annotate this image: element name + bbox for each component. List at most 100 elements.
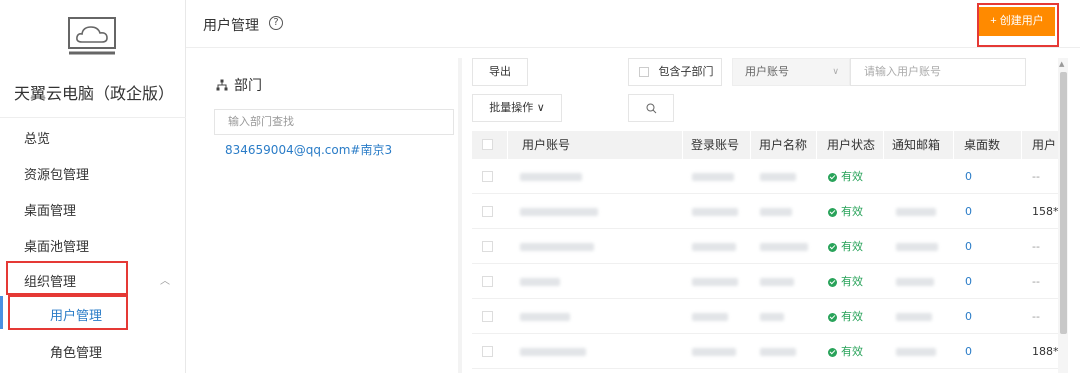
active-indicator (0, 296, 3, 329)
user-search-input[interactable]: 请输入用户账号 (850, 58, 1026, 86)
row-checkbox[interactable] (482, 241, 493, 252)
table-row[interactable]: 有效 0 188* (472, 334, 1058, 369)
check-circle-icon (828, 277, 837, 287)
desktop-count[interactable]: 0 (965, 194, 972, 229)
table-row[interactable]: 有效 0 158* (472, 194, 1058, 229)
col-notify-email: 通知邮箱 (884, 131, 954, 159)
row-checkbox[interactable] (482, 276, 493, 287)
table-scrollbar[interactable]: ▲ (1058, 58, 1068, 373)
scroll-up-icon[interactable]: ▲ (1059, 60, 1064, 68)
redacted-user-account (520, 208, 598, 216)
app-title: 天翼云电脑（政企版） (14, 84, 175, 103)
include-subdept-checkbox[interactable]: 包含子部门 (628, 58, 722, 86)
department-title-label: 部门 (234, 78, 262, 94)
status-text: 有效 (841, 310, 863, 323)
department-tree-node[interactable]: 834659004@qq.com#南京3 (225, 141, 392, 158)
status-cell: 有效 (828, 334, 863, 369)
table-header: 用户账号 登录账号 用户名称 用户状态 通知邮箱 桌面数 用户 (472, 131, 1058, 159)
batch-actions-button[interactable]: 批量操作 ∨ (472, 94, 562, 122)
user-phone: -- (1032, 275, 1040, 288)
redacted-user-name (760, 243, 808, 251)
export-button[interactable]: 导出 (472, 58, 528, 86)
redacted-user-account (520, 313, 570, 321)
scrollbar-thumb[interactable] (1060, 72, 1067, 334)
row-checkbox[interactable] (482, 346, 493, 357)
table-row[interactable]: 有效 0 -- (472, 299, 1058, 334)
user-phone: -- (1032, 310, 1040, 323)
cloud-monitor-icon (66, 16, 118, 58)
redacted-user-name (760, 173, 796, 181)
check-circle-icon (828, 347, 837, 357)
users-table: 用户账号 登录账号 用户名称 用户状态 通知邮箱 桌面数 用户 有效 0 -- … (472, 131, 1058, 373)
redacted-login-account (692, 348, 736, 356)
sidebar: 天翼云电脑（政企版） 总览 资源包管理 桌面管理 桌面池管理 组织管理 ︿ 用户… (0, 0, 186, 373)
sidebar-item-overview[interactable]: 总览 (24, 128, 50, 147)
user-phone: 158* (1032, 205, 1058, 218)
status-text: 有效 (841, 170, 863, 183)
sidebar-item-desktop-pools[interactable]: 桌面池管理 (24, 236, 89, 255)
user-phone: -- (1032, 170, 1040, 183)
page-header: 用户管理 ? + 创建用户 (186, 0, 1080, 48)
redacted-email (896, 348, 936, 356)
include-subdept-label: 包含子部门 (658, 65, 714, 78)
redacted-email (896, 208, 936, 216)
status-text: 有效 (841, 205, 863, 218)
col-login-account: 登录账号 (683, 131, 751, 159)
search-field-select-value: 用户账号 (745, 65, 789, 78)
check-circle-icon (828, 312, 837, 322)
desktop-count[interactable]: 0 (965, 229, 972, 264)
redacted-user-account (520, 243, 594, 251)
help-icon[interactable]: ? (269, 16, 283, 30)
select-all-checkbox[interactable] (482, 139, 493, 150)
search-field-select[interactable]: 用户账号 ∨ (732, 58, 850, 86)
redacted-user-name (760, 208, 792, 216)
table-row[interactable]: 有效 0 -- (472, 264, 1058, 299)
desktop-count[interactable]: 0 (965, 159, 972, 194)
col-user-name: 用户名称 (751, 131, 817, 159)
desktop-count[interactable]: 0 (965, 299, 972, 334)
redacted-user-account (520, 173, 582, 181)
redacted-login-account (692, 243, 736, 251)
checkbox-icon[interactable] (639, 67, 649, 77)
select-all-cell[interactable] (472, 131, 508, 159)
create-user-button[interactable]: + 创建用户 (979, 7, 1055, 36)
row-checkbox[interactable] (482, 206, 493, 217)
redacted-user-name (760, 348, 796, 356)
department-search-input[interactable]: 输入部门查找 (214, 109, 454, 135)
sidebar-item-org-management[interactable]: 组织管理 (24, 271, 76, 290)
search-button[interactable] (628, 94, 674, 122)
col-user-phone: 用户 (1022, 131, 1058, 159)
panel-splitter[interactable] (458, 58, 462, 373)
sidebar-item-desktops[interactable]: 桌面管理 (24, 200, 76, 219)
check-circle-icon (828, 207, 837, 217)
sidebar-item-resource-packages[interactable]: 资源包管理 (24, 164, 89, 183)
desktop-count[interactable]: 0 (965, 264, 972, 299)
table-row[interactable]: 有效 0 -- (472, 229, 1058, 264)
table-row[interactable]: 有效 0 -- (472, 159, 1058, 194)
sidebar-subitem-role-management[interactable]: 角色管理 (50, 342, 102, 361)
status-cell: 有效 (828, 299, 863, 334)
redacted-login-account (692, 278, 738, 286)
redacted-user-account (520, 278, 560, 286)
redacted-email (896, 278, 934, 286)
user-phone: -- (1032, 240, 1040, 253)
status-cell: 有效 (828, 229, 863, 264)
department-panel: 部门 输入部门查找 834659004@qq.com#南京3 (200, 58, 455, 373)
status-cell: 有效 (828, 264, 863, 299)
check-circle-icon (828, 172, 837, 182)
department-title: 部门 (216, 75, 262, 95)
status-text: 有效 (841, 240, 863, 253)
app-root: 天翼云电脑（政企版） 总览 资源包管理 桌面管理 桌面池管理 组织管理 ︿ 用户… (0, 0, 1080, 373)
chevron-up-icon[interactable]: ︿ (160, 272, 170, 287)
col-user-status: 用户状态 (817, 131, 884, 159)
row-checkbox[interactable] (482, 171, 493, 182)
desktop-count[interactable]: 0 (965, 334, 972, 369)
col-desktop-count: 桌面数 (954, 131, 1022, 159)
row-checkbox[interactable] (482, 311, 493, 322)
org-tree-icon (216, 79, 228, 91)
sidebar-divider (0, 117, 186, 118)
sidebar-subitem-user-management[interactable]: 用户管理 (50, 305, 102, 324)
redacted-user-account (520, 348, 586, 356)
page-title: 用户管理 (203, 18, 259, 34)
user-phone: 188* (1032, 345, 1058, 358)
